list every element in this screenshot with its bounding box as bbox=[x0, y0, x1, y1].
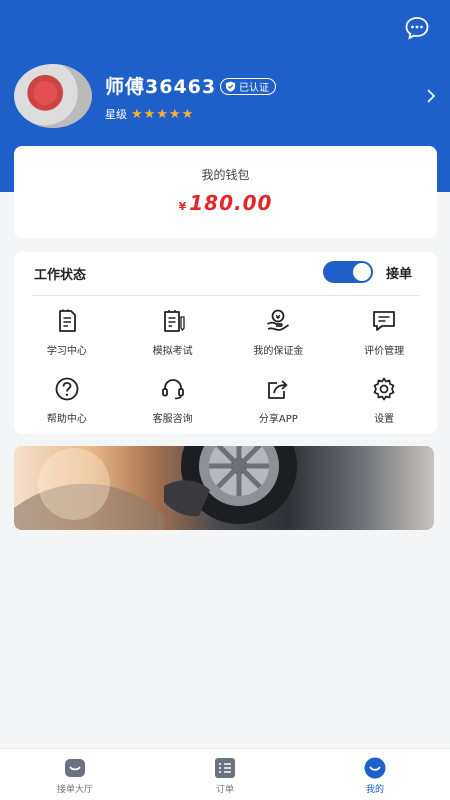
share-icon bbox=[268, 380, 288, 399]
work-status-label: 工作状态 bbox=[34, 268, 87, 283]
tab-orders[interactable]: 订单 bbox=[150, 749, 300, 800]
wallet-card[interactable]: 我的钱包 ¥180.00 bbox=[14, 146, 437, 238]
menu-item-share-app[interactable]: 分享APP bbox=[226, 372, 332, 440]
bottom-tab-bar: 接单大厅 订单 我的 bbox=[0, 748, 450, 800]
menu-item-help-center[interactable]: 帮助中心 bbox=[14, 372, 120, 440]
wallet-title: 我的钱包 bbox=[201, 168, 250, 182]
tab-label: 我的 bbox=[365, 785, 384, 795]
deposit-icon bbox=[267, 309, 290, 331]
avatar[interactable] bbox=[14, 64, 92, 128]
tab-label: 订单 bbox=[215, 785, 234, 795]
star-icon: ★ bbox=[181, 106, 194, 122]
divider bbox=[32, 295, 419, 296]
star-icon: ★ bbox=[131, 106, 143, 122]
accept-orders-label: 接单 bbox=[386, 267, 413, 282]
menu-item-learning-center[interactable]: 学习中心 bbox=[14, 304, 120, 372]
profile-name: 师傅36463 bbox=[105, 76, 217, 98]
star-rating: ★ ★ ★ ★ ★ bbox=[131, 108, 193, 121]
verified-label: 已认证 bbox=[239, 83, 269, 94]
headset-icon bbox=[161, 379, 184, 400]
menu-label: 模拟考试 bbox=[152, 346, 193, 357]
menu-label: 设置 bbox=[374, 414, 395, 425]
wallet-amount: 180.00 bbox=[189, 191, 273, 215]
menu-item-customer-service[interactable]: 客服咨询 bbox=[120, 372, 226, 440]
tab-label: 接单大厅 bbox=[56, 785, 93, 795]
message-icon[interactable] bbox=[404, 15, 430, 41]
review-icon bbox=[373, 311, 396, 331]
verified-badge: 已认证 bbox=[220, 78, 276, 95]
book-icon bbox=[58, 309, 76, 332]
work-card: 工作状态 接单 学习中心 模拟考试 我的保证金 评价管理 帮助中心 客服咨询 分… bbox=[14, 252, 437, 434]
exam-icon bbox=[163, 310, 185, 332]
menu-label: 客服咨询 bbox=[152, 414, 193, 425]
menu-item-review-management[interactable]: 评价管理 bbox=[331, 304, 437, 372]
accept-orders-toggle[interactable] bbox=[323, 261, 373, 283]
promo-banner[interactable] bbox=[14, 446, 434, 530]
orders-icon bbox=[215, 758, 235, 778]
chevron-right-icon[interactable] bbox=[426, 88, 436, 104]
tab-order-hall[interactable]: 接单大厅 bbox=[0, 749, 150, 800]
hall-icon bbox=[65, 759, 85, 777]
menu-label: 评价管理 bbox=[364, 346, 405, 357]
help-icon bbox=[55, 377, 79, 401]
function-grid: 学习中心 模拟考试 我的保证金 评价管理 帮助中心 客服咨询 分享APP 设置 bbox=[14, 304, 437, 440]
menu-item-settings[interactable]: 设置 bbox=[331, 372, 437, 440]
menu-item-my-deposit[interactable]: 我的保证金 bbox=[226, 304, 332, 372]
menu-label: 分享APP bbox=[258, 414, 298, 425]
menu-item-mock-exam[interactable]: 模拟考试 bbox=[120, 304, 226, 372]
profile-icon bbox=[364, 757, 386, 779]
tab-mine[interactable]: 我的 bbox=[300, 749, 450, 800]
toggle-knob bbox=[353, 263, 371, 281]
shield-check-icon bbox=[225, 81, 236, 92]
tire-illustration bbox=[14, 446, 297, 530]
star-icon: ★ bbox=[156, 106, 168, 122]
star-icon: ★ bbox=[143, 106, 156, 122]
gear-icon bbox=[373, 377, 395, 401]
star-level: 星级 ★ ★ ★ ★ ★ bbox=[105, 106, 193, 122]
menu-label: 我的保证金 bbox=[253, 346, 304, 357]
menu-label: 学习中心 bbox=[46, 346, 87, 357]
wallet-balance: ¥180.00 bbox=[14, 191, 437, 215]
menu-label: 帮助中心 bbox=[46, 414, 87, 425]
star-level-label: 星级 bbox=[105, 108, 127, 121]
currency-symbol: ¥ bbox=[178, 200, 187, 213]
star-icon: ★ bbox=[168, 106, 181, 122]
